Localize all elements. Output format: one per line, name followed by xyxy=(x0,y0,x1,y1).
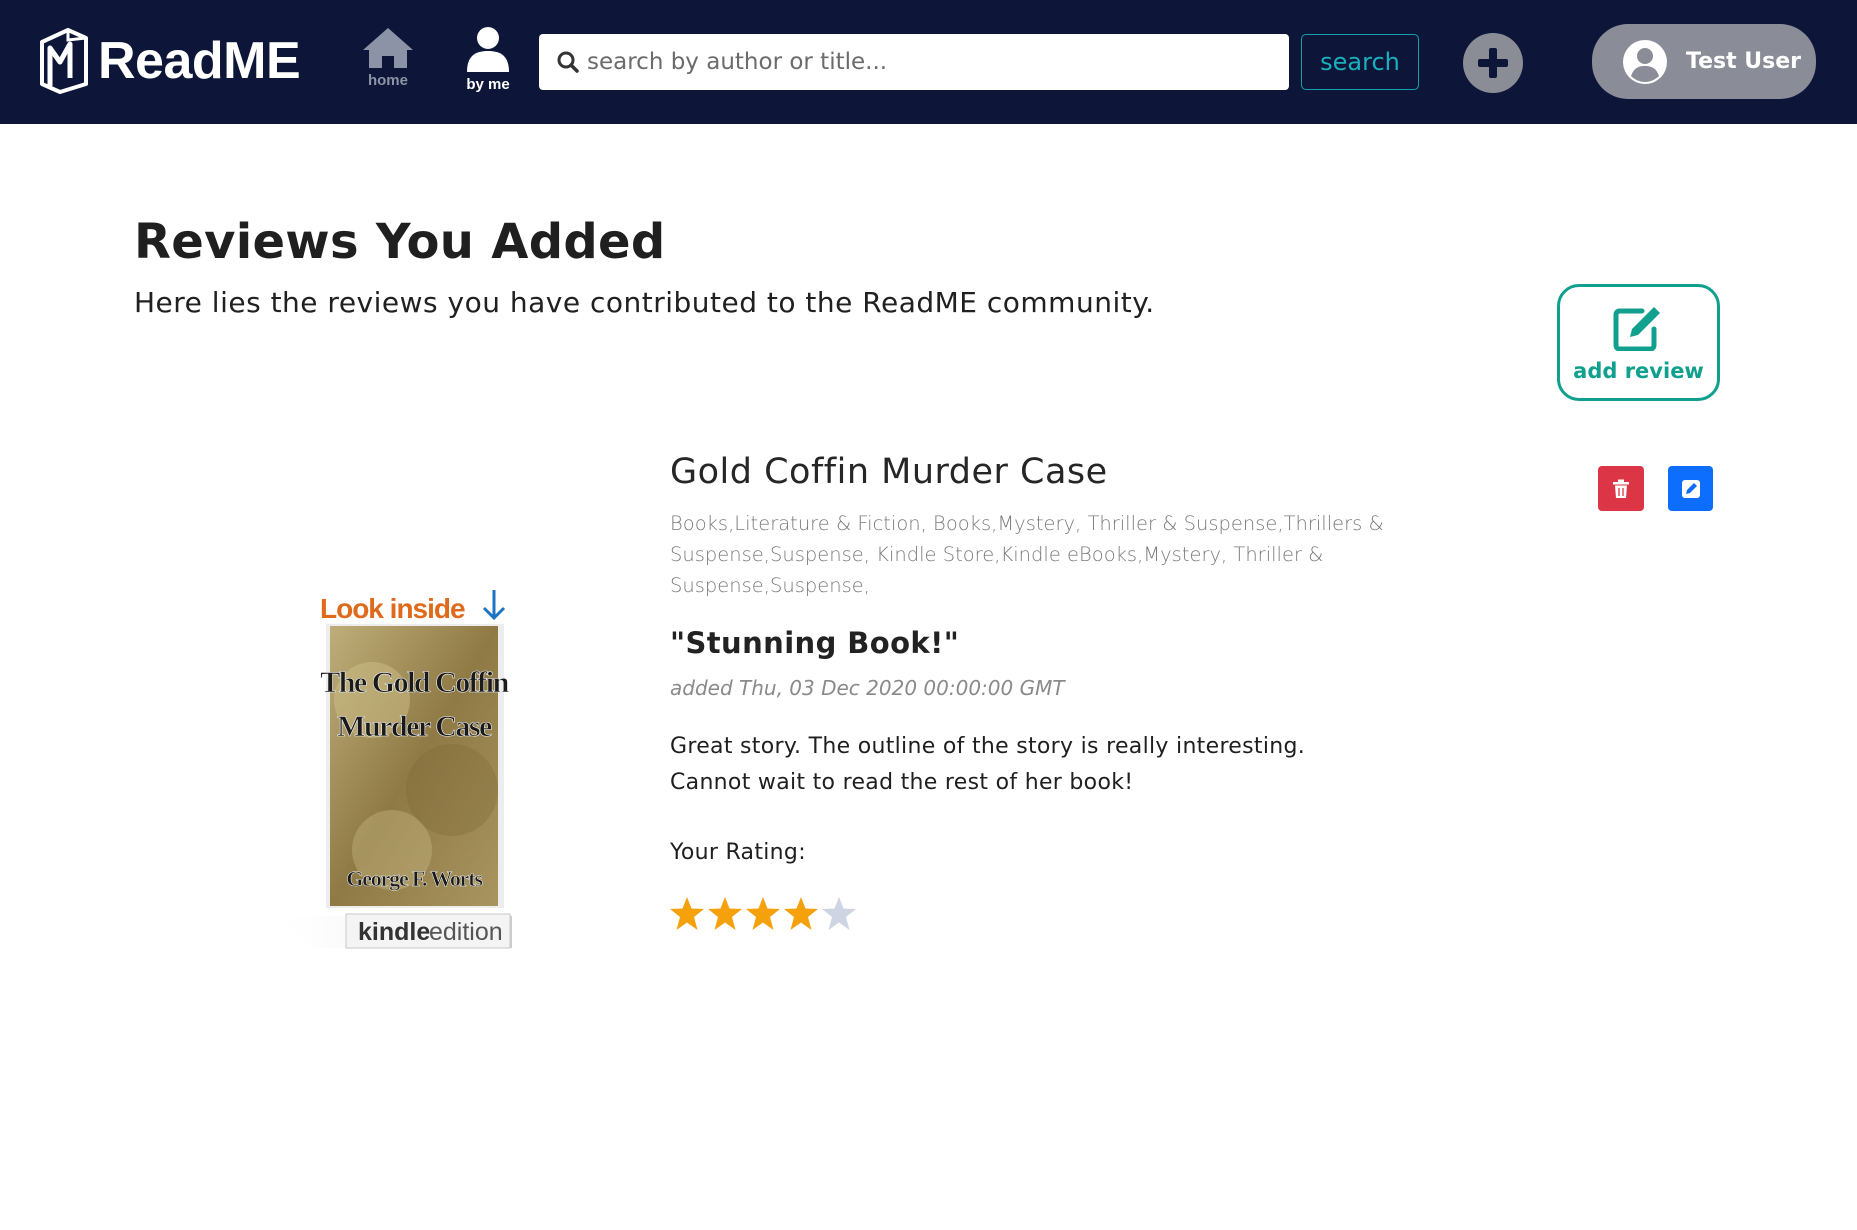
book-logo-icon xyxy=(40,28,88,94)
home-icon xyxy=(363,28,413,68)
nav-by-me-label: by me xyxy=(466,76,510,93)
pen-square-icon xyxy=(1613,306,1660,351)
user-name: Test User xyxy=(1686,49,1802,74)
delete-review-button[interactable] xyxy=(1598,466,1644,511)
kindle-brand-text: kindle xyxy=(358,918,430,946)
search-box xyxy=(539,34,1289,90)
add-book-button[interactable] xyxy=(1463,33,1523,93)
arrow-down-icon xyxy=(482,590,506,621)
book-categories: Books,Literature & Fiction, Books,Myster… xyxy=(670,512,1384,597)
star-filled-icon xyxy=(670,897,704,930)
user-icon xyxy=(467,27,509,72)
star-filled-icon xyxy=(708,897,742,930)
book-title: Gold Coffin Murder Case xyxy=(670,452,1108,492)
star-filled-icon xyxy=(784,897,818,930)
edit-review-button[interactable] xyxy=(1668,466,1713,511)
book-cover-image: Look inside The Gold Coffin Murder Case … xyxy=(270,590,512,949)
rating-label: Your Rating: xyxy=(670,840,806,865)
page-subtitle: Here lies the reviews you have contribut… xyxy=(134,286,1155,319)
nav-home[interactable]: home xyxy=(358,26,418,89)
user-circle-icon xyxy=(1623,39,1667,84)
navbar: ReadME home by me search T xyxy=(0,0,1857,124)
cover-author: George F. Worts xyxy=(346,866,483,891)
search-icon xyxy=(557,51,579,73)
add-review-button[interactable]: add review xyxy=(1557,284,1720,401)
page-title: Reviews You Added xyxy=(134,214,666,270)
star-filled-icon xyxy=(746,897,780,930)
app-logo[interactable]: ReadME xyxy=(38,28,301,94)
star-empty-icon xyxy=(822,897,856,930)
app-name: ReadME xyxy=(98,32,301,90)
review-date: added Thu, 03 Dec 2020 00:00:00 GMT xyxy=(670,676,1065,700)
add-review-label: add review xyxy=(1573,358,1704,383)
user-menu[interactable]: Test User xyxy=(1592,24,1816,99)
star-rating xyxy=(668,896,858,932)
review-body: Great story. The outline of the story is… xyxy=(670,734,1306,795)
edition-text: edition xyxy=(429,918,503,946)
look-inside-text: Look inside xyxy=(320,593,465,624)
plus-circle-icon xyxy=(1478,48,1508,78)
review-title: "Stunning Book!" xyxy=(670,626,960,660)
edit-icon xyxy=(1681,479,1700,498)
search-button[interactable]: search xyxy=(1301,34,1419,90)
nav-home-label: home xyxy=(367,72,408,89)
trash-icon xyxy=(1613,479,1629,498)
cover-title-line1: The Gold Coffin xyxy=(320,666,509,699)
cover-title-line2: Murder Case xyxy=(337,710,492,743)
nav-by-me[interactable]: by me xyxy=(458,26,518,93)
search-input[interactable] xyxy=(587,49,1267,75)
